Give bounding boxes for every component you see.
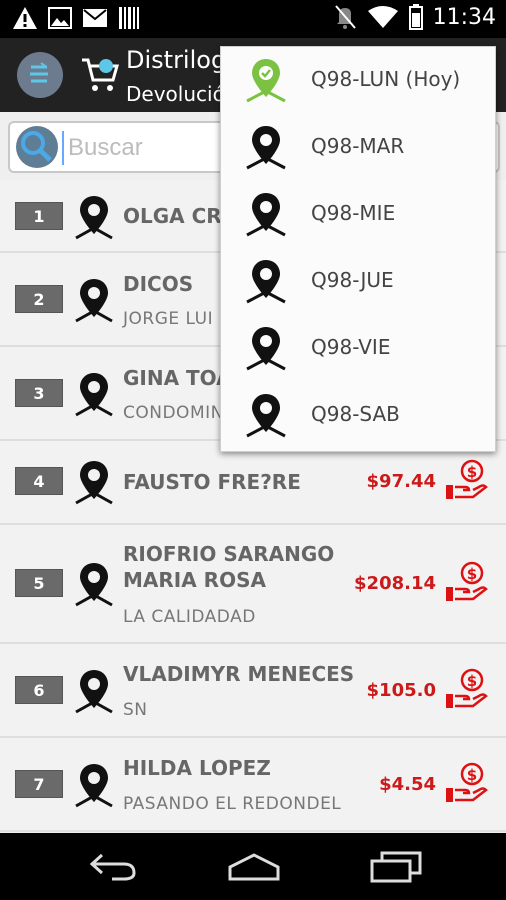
- route-number-badge: 4: [15, 467, 63, 495]
- pin-icon: [246, 260, 286, 304]
- image-icon: [48, 7, 72, 29]
- customer-name: VLADIMYR MENECES: [123, 662, 355, 686]
- map-pin-icon[interactable]: [72, 459, 116, 507]
- route-menu-label: Q98-JUE: [311, 268, 394, 292]
- route-menu-label: Q98-VIE: [311, 335, 391, 359]
- customer-address: CONDOMIN: [123, 403, 224, 423]
- map-pin-icon[interactable]: [72, 194, 116, 242]
- customer-name: GINA TOA: [123, 366, 232, 390]
- app-title: Distrilog: [126, 46, 227, 74]
- customer-name: HILDA LOPEZ: [123, 756, 271, 780]
- map-pin-icon[interactable]: [72, 561, 116, 609]
- route-menu-label: Q98-MAR: [311, 134, 405, 158]
- warning-icon: [13, 7, 37, 29]
- map-pin-icon[interactable]: [72, 371, 116, 419]
- drawer-menu-button[interactable]: [17, 52, 63, 98]
- customer-name-line-2: MARIA ROSA: [123, 568, 266, 592]
- pin-icon: [246, 126, 286, 170]
- route-number-badge: 7: [15, 770, 63, 798]
- customer-name: FAUSTO FRE?RE: [123, 470, 301, 494]
- barcode-icon: [119, 7, 139, 29]
- route-menu-item[interactable]: Q98-MAR: [221, 114, 497, 181]
- list-item[interactable]: 7 HILDA LOPEZ PASANDO EL REDONDEL $4.54 …: [0, 738, 506, 832]
- route-menu-item[interactable]: Q98-MIE: [221, 181, 497, 248]
- mute-icon: [334, 5, 356, 29]
- customer-name: RIOFRIO SARANGO: [123, 542, 335, 566]
- map-pin-icon[interactable]: [72, 668, 116, 716]
- pin-icon: [246, 327, 286, 371]
- back-icon[interactable]: [88, 851, 138, 883]
- battery-icon: [408, 4, 423, 30]
- route-menu-item[interactable]: Q98-JUE: [221, 248, 497, 315]
- route-menu-label: Q98-MIE: [311, 201, 396, 225]
- pin-check-icon: [246, 59, 286, 103]
- route-menu-item[interactable]: Q98-VIE: [221, 315, 497, 382]
- customer-name: DICOS: [123, 272, 194, 296]
- route-menu-item[interactable]: Q98-SAB: [221, 382, 497, 449]
- clock: 11:34: [432, 4, 496, 30]
- svg-text:$: $: [467, 672, 477, 690]
- wifi-icon: [367, 6, 398, 28]
- list-item[interactable]: 6 VLADIMYR MENECES SN $105.0 $: [0, 644, 506, 738]
- pin-icon: [246, 193, 286, 237]
- balance-amount: $105.0: [366, 680, 436, 701]
- navigation-bar: [0, 833, 506, 900]
- map-pin-icon[interactable]: [72, 762, 116, 810]
- svg-text:$: $: [467, 766, 477, 784]
- app-subtitle: Devolució: [126, 82, 225, 106]
- pay-money-icon[interactable]: $: [443, 668, 489, 712]
- balance-amount: $208.14: [354, 573, 436, 594]
- list-item[interactable]: 5 RIOFRIO SARANGO MARIA ROSA LA CALIDADA…: [0, 525, 506, 644]
- balance-amount: $97.44: [366, 471, 436, 492]
- mail-icon: [83, 9, 107, 27]
- route-number-badge: 2: [15, 285, 63, 313]
- route-number-badge: 3: [15, 379, 63, 407]
- customer-address: PASANDO EL REDONDEL: [123, 794, 342, 814]
- customer-address: LA CALIDADAD: [123, 607, 256, 627]
- map-pin-icon[interactable]: [72, 277, 116, 325]
- cart-icon: [82, 58, 119, 91]
- recents-icon[interactable]: [370, 851, 422, 883]
- search-icon: [21, 131, 52, 162]
- list-item[interactable]: 4 FAUSTO FRE?RE $97.44 $: [0, 441, 506, 525]
- home-icon[interactable]: [226, 851, 282, 883]
- route-dropdown-menu: Q98-LUN (Hoy) Q98-MAR Q98-MIE Q98-JUE Q9…: [220, 46, 496, 452]
- customer-address: SN: [123, 700, 148, 720]
- route-menu-label: Q98-SAB: [311, 402, 400, 426]
- status-bar: 11:34: [0, 0, 506, 38]
- balance-amount: $4.54: [379, 774, 436, 795]
- svg-text:$: $: [467, 565, 477, 583]
- svg-text:$: $: [467, 463, 477, 481]
- customer-name: OLGA CR: [123, 204, 222, 228]
- route-number-badge: 5: [15, 569, 63, 597]
- search-button[interactable]: [16, 126, 58, 168]
- route-menu-label: Q98-LUN (Hoy): [311, 67, 461, 91]
- pin-icon: [246, 394, 286, 438]
- pay-money-icon[interactable]: $: [443, 459, 489, 503]
- customer-address: JORGE LUI: [123, 309, 214, 329]
- menu-icon: [30, 62, 48, 83]
- route-menu-item-today[interactable]: Q98-LUN (Hoy): [221, 47, 497, 114]
- pay-money-icon[interactable]: $: [443, 561, 489, 605]
- route-number-badge: 6: [15, 676, 63, 704]
- route-number-badge: 1: [15, 202, 63, 230]
- pay-money-icon[interactable]: $: [443, 762, 489, 806]
